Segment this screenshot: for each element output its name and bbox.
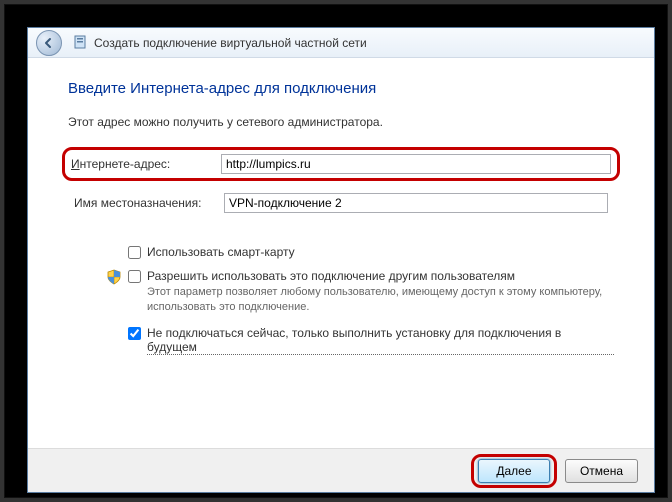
allow-others-row: Разрешить использовать это подключение д… [128, 269, 614, 316]
allow-others-hint: Этот параметр позволяет любому пользоват… [147, 285, 614, 316]
smartcard-checkbox[interactable] [128, 246, 141, 259]
dont-connect-row: Не подключаться сейчас, только выполнить… [128, 326, 614, 355]
cancel-button[interactable]: Отмена [565, 459, 638, 483]
back-button[interactable] [36, 30, 62, 56]
destination-name-label: Имя местоназначения: [74, 196, 224, 210]
smartcard-row: Использовать смарт-карту [128, 245, 614, 259]
dont-connect-label: Не подключаться сейчас, только выполнить… [147, 326, 614, 355]
allow-others-label: Разрешить использовать это подключение д… [147, 269, 515, 283]
page-heading: Введите Интернета-адрес для подключения [68, 80, 614, 97]
content-area: Введите Интернета-адрес для подключения … [28, 58, 654, 448]
next-button[interactable]: Далее [478, 459, 550, 483]
allow-others-checkbox[interactable] [128, 270, 141, 283]
vpn-wizard-window: Создать подключение виртуальной частной … [27, 27, 655, 493]
titlebar: Создать подключение виртуальной частной … [28, 28, 654, 58]
page-subtext: Этот адрес можно получить у сетевого адм… [68, 115, 614, 129]
options-block: Использовать смарт-карту Разрешить ис [68, 245, 614, 355]
network-icon [72, 35, 88, 51]
dont-connect-checkbox[interactable] [128, 327, 141, 340]
footer: Далее Отмена [28, 448, 654, 492]
next-button-highlight: Далее [471, 454, 557, 488]
smartcard-label: Использовать смарт-карту [147, 245, 295, 259]
window-title: Создать подключение виртуальной частной … [94, 36, 367, 50]
internet-address-input[interactable] [221, 154, 611, 174]
destination-name-row: Имя местоназначения: [68, 189, 614, 217]
destination-name-input[interactable] [224, 193, 608, 213]
internet-address-row: Интернете-адрес: [62, 147, 620, 181]
internet-address-label: Интернете-адрес: [71, 157, 221, 171]
shield-icon [106, 269, 122, 285]
